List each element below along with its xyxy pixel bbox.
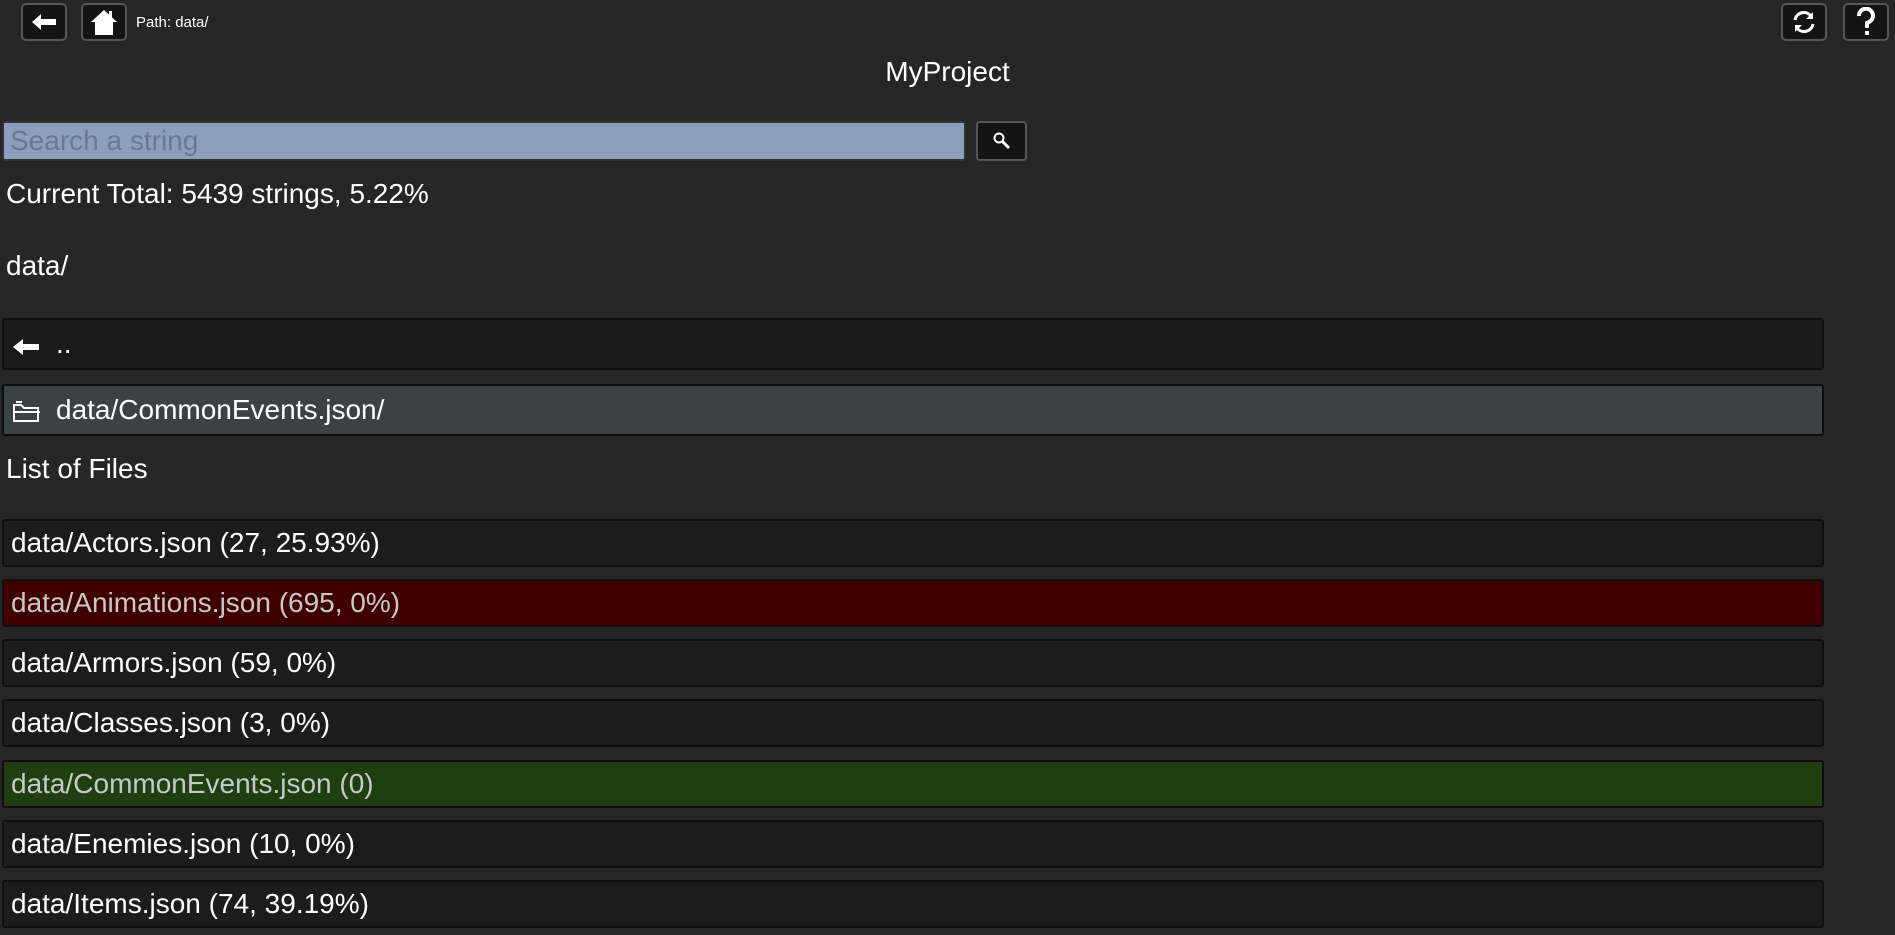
- folder-icon: [12, 398, 46, 422]
- refresh-icon: [1793, 11, 1815, 33]
- project-title: MyProject: [885, 56, 1010, 87]
- file-row-commonevents[interactable]: data/CommonEvents.json (0): [2, 760, 1824, 808]
- search-button[interactable]: [976, 121, 1027, 161]
- file-row-armors[interactable]: data/Armors.json (59, 0%): [2, 639, 1824, 687]
- folder-label: data/CommonEvents.json/: [56, 394, 385, 425]
- home-icon: [91, 10, 117, 35]
- file-row-classes[interactable]: data/Classes.json (3, 0%): [2, 699, 1824, 747]
- arrow-left-icon: [32, 14, 56, 30]
- parent-directory-label: ..: [56, 328, 72, 359]
- back-button[interactable]: [21, 3, 67, 41]
- parent-directory-row[interactable]: ..: [2, 318, 1824, 370]
- home-button[interactable]: [81, 3, 127, 41]
- help-button[interactable]: [1843, 3, 1889, 41]
- arrow-left-icon: [12, 332, 46, 356]
- top-toolbar: Path: data/: [0, 0, 1895, 48]
- file-row-items[interactable]: data/Items.json (74, 39.19%): [2, 880, 1824, 928]
- help-icon: [1857, 7, 1875, 35]
- file-row-animations[interactable]: data/Animations.json (695, 0%): [2, 579, 1824, 627]
- file-row-actors[interactable]: data/Actors.json (27, 25.93%): [2, 519, 1824, 567]
- current-total: Current Total: 5439 strings, 5.22%: [6, 178, 429, 209]
- files-heading: List of Files: [6, 453, 148, 484]
- path-label: Path: data/: [136, 14, 209, 31]
- refresh-button[interactable]: [1781, 3, 1827, 41]
- current-path-heading: data/: [6, 250, 69, 281]
- search-input[interactable]: [2, 121, 966, 161]
- magnifier-icon: [993, 132, 1010, 150]
- file-row-enemies[interactable]: data/Enemies.json (10, 0%): [2, 820, 1824, 868]
- folder-row[interactable]: data/CommonEvents.json/: [2, 384, 1824, 436]
